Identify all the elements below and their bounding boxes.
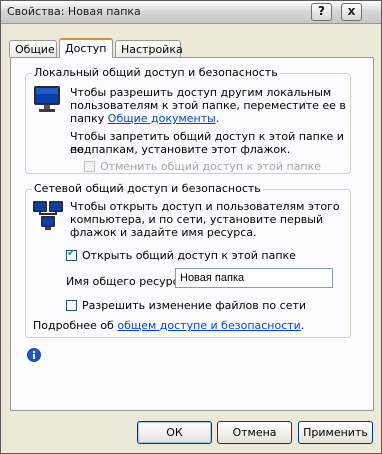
more-info-line: Подробнее об общем доступе и безопасност… <box>33 319 304 332</box>
more-info-suffix: . <box>300 319 305 332</box>
unshare-checkbox-label: Отменить общий доступ к этой папке <box>100 160 322 173</box>
cancel-button[interactable]: Отмена <box>217 421 292 444</box>
close-button[interactable]: x <box>341 3 362 21</box>
help-button[interactable]: ? <box>311 3 332 21</box>
shared-documents-link[interactable]: Общие документы <box>108 112 216 125</box>
unshare-checkbox[interactable] <box>84 161 95 172</box>
network-computers-icon <box>33 201 63 230</box>
sharing-security-link[interactable]: общем доступе и безопасности <box>117 319 300 332</box>
tab-customize[interactable]: Настройка <box>115 40 183 57</box>
monitor-icon <box>34 86 60 112</box>
local-text-line3-prefix: папку <box>70 112 108 125</box>
tab-general[interactable]: Общие <box>9 40 57 57</box>
local-text2-line2: подпапкам, установите этот флажок. <box>70 143 291 156</box>
local-text-line3: папку Общие документы. <box>70 112 219 125</box>
tab-sharing[interactable]: Доступ <box>59 38 113 58</box>
allow-change-checkbox-label: Разрешить изменение файлов по сети <box>82 299 307 312</box>
allow-change-checkbox[interactable] <box>66 300 77 311</box>
window-title: Свойства: Новая папка <box>7 5 141 18</box>
share-name-label: Имя общего ресурса: <box>66 275 190 288</box>
properties-window: Свойства: Новая папка ? x Общие Доступ Н… <box>0 0 382 454</box>
local-sharing-group: Локальный общий доступ и безопасность Чт… <box>25 66 351 174</box>
more-info-prefix: Подробнее об <box>33 319 118 332</box>
network-text-line1: Чтобы открыть доступ и пользователям это… <box>70 200 340 213</box>
network-sharing-legend: Сетевой общий доступ и безопасность <box>32 182 263 195</box>
share-name-input[interactable] <box>175 268 333 288</box>
info-icon[interactable] <box>27 348 41 362</box>
ok-button[interactable]: ОК <box>137 421 212 444</box>
local-sharing-legend: Локальный общий доступ и безопасность <box>32 66 280 79</box>
network-sharing-group: Сетевой общий доступ и безопасность Чтоб… <box>25 182 351 338</box>
tab-panel: Локальный общий доступ и безопасность Чт… <box>10 57 374 411</box>
apply-button[interactable]: Применить <box>298 421 373 444</box>
network-text-line2: компьютера, и по сети, установите первый <box>70 213 324 226</box>
network-text-line3: флажок и задайте имя ресурса. <box>70 226 257 239</box>
checkmark-icon: ✔ <box>67 248 76 259</box>
share-folder-checkbox-label: Открыть общий доступ к этой папке <box>82 249 296 262</box>
share-folder-checkbox[interactable]: ✔ <box>66 248 77 261</box>
local-text-line3-suffix: . <box>215 112 220 125</box>
title-bar[interactable]: Свойства: Новая папка ? x <box>1 1 381 24</box>
local-text-line1: Чтобы разрешить доступ другим локальным <box>70 86 332 99</box>
local-text-line2: пользователям к этой папке, переместите … <box>70 99 346 112</box>
